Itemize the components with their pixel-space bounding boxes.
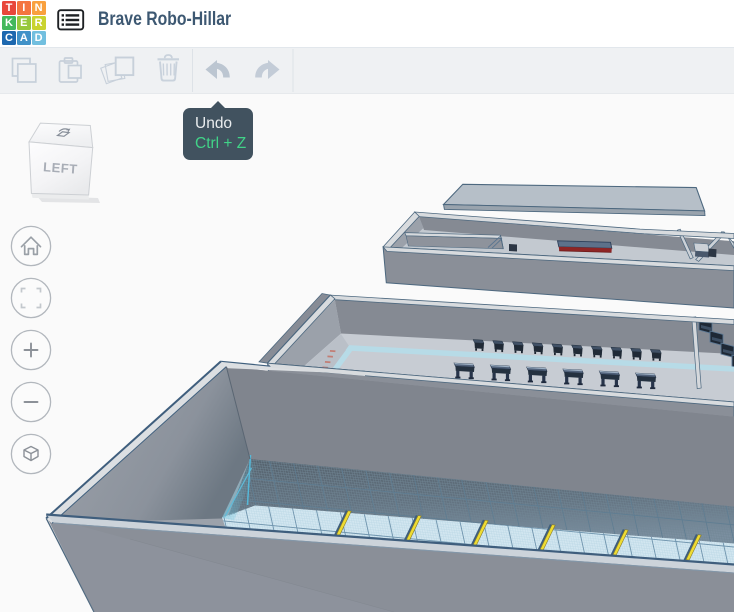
svg-text:LEFT: LEFT xyxy=(43,159,78,176)
